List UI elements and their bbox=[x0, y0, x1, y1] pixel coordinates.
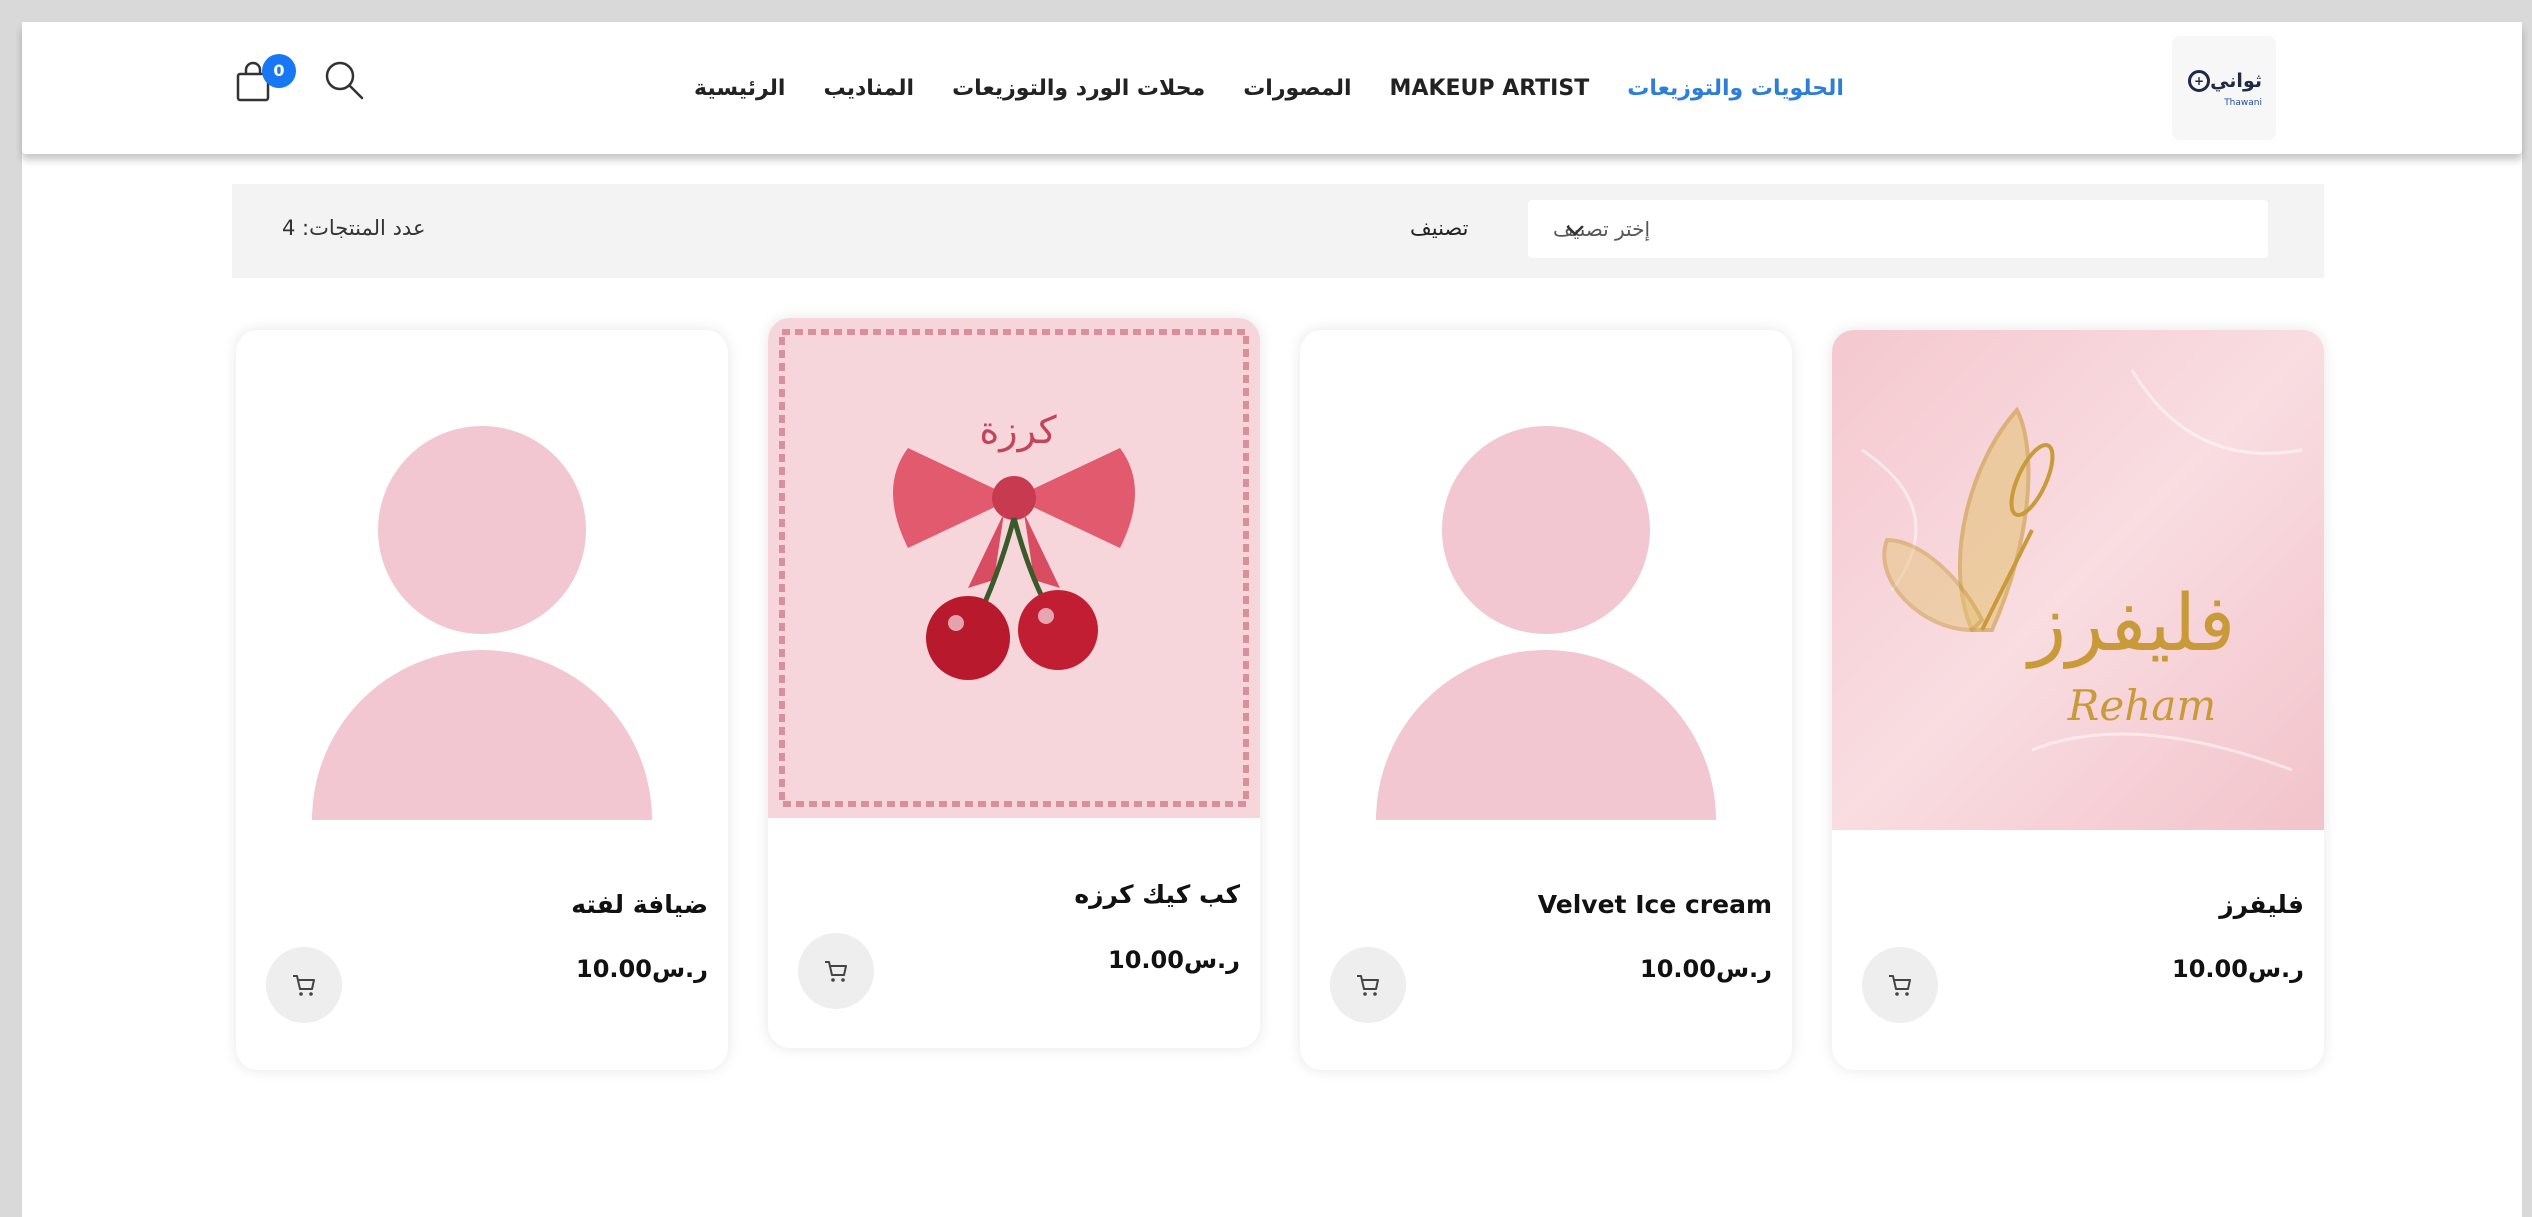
cart-icon bbox=[1357, 975, 1379, 996]
product-name[interactable]: ضيافة لفته bbox=[571, 890, 708, 919]
product-count: عدد المنتجات: 4 bbox=[282, 216, 426, 240]
cart-count-badge: 0 bbox=[262, 54, 296, 88]
product-card[interactable]: فليفرز Reham فليفرز ر.س10.00 bbox=[1832, 330, 2324, 1070]
product-card[interactable]: كرزة كب كيك كرزه ر.س10.00 bbox=[768, 318, 1260, 1048]
main-nav: الرئيسية المناديب محلات الورد والتوزيعات… bbox=[694, 68, 1844, 108]
add-to-cart-button[interactable] bbox=[798, 933, 874, 1009]
page-frame: + ثواني Thawani الرئيسية المناديب محلات … bbox=[22, 22, 2522, 1217]
product-image[interactable] bbox=[236, 330, 728, 830]
product-price: ر.س10.00 bbox=[1108, 946, 1240, 974]
site-logo[interactable]: + ثواني Thawani bbox=[2172, 36, 2276, 140]
logo-subtext: Thawani bbox=[2224, 98, 2262, 108]
site-header: + ثواني Thawani الرئيسية المناديب محلات … bbox=[22, 22, 2522, 154]
image-logo-text: كرزة bbox=[979, 408, 1057, 453]
add-to-cart-button[interactable] bbox=[1330, 947, 1406, 1023]
nav-item-home[interactable]: الرئيسية bbox=[694, 76, 785, 101]
category-select[interactable]: إختر تصنيف bbox=[1528, 200, 2268, 258]
product-image[interactable]: كرزة bbox=[768, 318, 1260, 818]
image-logo-text: فليفرز bbox=[2025, 579, 2236, 670]
logo-text: ثواني bbox=[2210, 70, 2262, 92]
product-name[interactable]: كب كيك كرزه bbox=[1074, 880, 1240, 909]
product-card[interactable]: Velvet Ice cream ر.س10.00 bbox=[1300, 330, 1792, 1070]
product-price: ر.س10.00 bbox=[1640, 955, 1772, 983]
nav-item-delegates[interactable]: المناديب bbox=[823, 76, 914, 101]
product-image[interactable]: فليفرز Reham bbox=[1832, 330, 2324, 830]
search-icon[interactable] bbox=[322, 58, 368, 104]
add-to-cart-button[interactable] bbox=[1862, 947, 1938, 1023]
cart-icon bbox=[1889, 975, 1911, 996]
cart-icon bbox=[825, 961, 847, 982]
nav-item-photographers[interactable]: المصورات bbox=[1243, 76, 1351, 101]
filter-bar: عدد المنتجات: 4 تصنيف إختر تصنيف bbox=[232, 184, 2324, 278]
product-card[interactable]: ضيافة لفته ر.س10.00 bbox=[236, 330, 728, 1070]
chevron-down-icon bbox=[1566, 225, 1584, 236]
category-label: تصنيف bbox=[1410, 216, 1469, 240]
nav-item-sweets[interactable]: الحلويات والتوزيعات bbox=[1627, 76, 1844, 101]
product-price: ر.س10.00 bbox=[576, 955, 708, 983]
product-image[interactable] bbox=[1300, 330, 1792, 830]
product-price: ر.س10.00 bbox=[2172, 955, 2304, 983]
product-name[interactable]: فليفرز bbox=[2219, 890, 2304, 919]
cart-icon bbox=[293, 975, 315, 996]
image-logo-subtext: Reham bbox=[2067, 681, 2216, 730]
product-name[interactable]: Velvet Ice cream bbox=[1538, 890, 1772, 919]
nav-item-makeup-artist[interactable]: MAKEUP ARTIST bbox=[1390, 76, 1590, 101]
nav-item-flower-shops[interactable]: محلات الورد والتوزيعات bbox=[952, 76, 1205, 101]
logo-plus-icon: + bbox=[2188, 70, 2210, 92]
add-to-cart-button[interactable] bbox=[266, 947, 342, 1023]
